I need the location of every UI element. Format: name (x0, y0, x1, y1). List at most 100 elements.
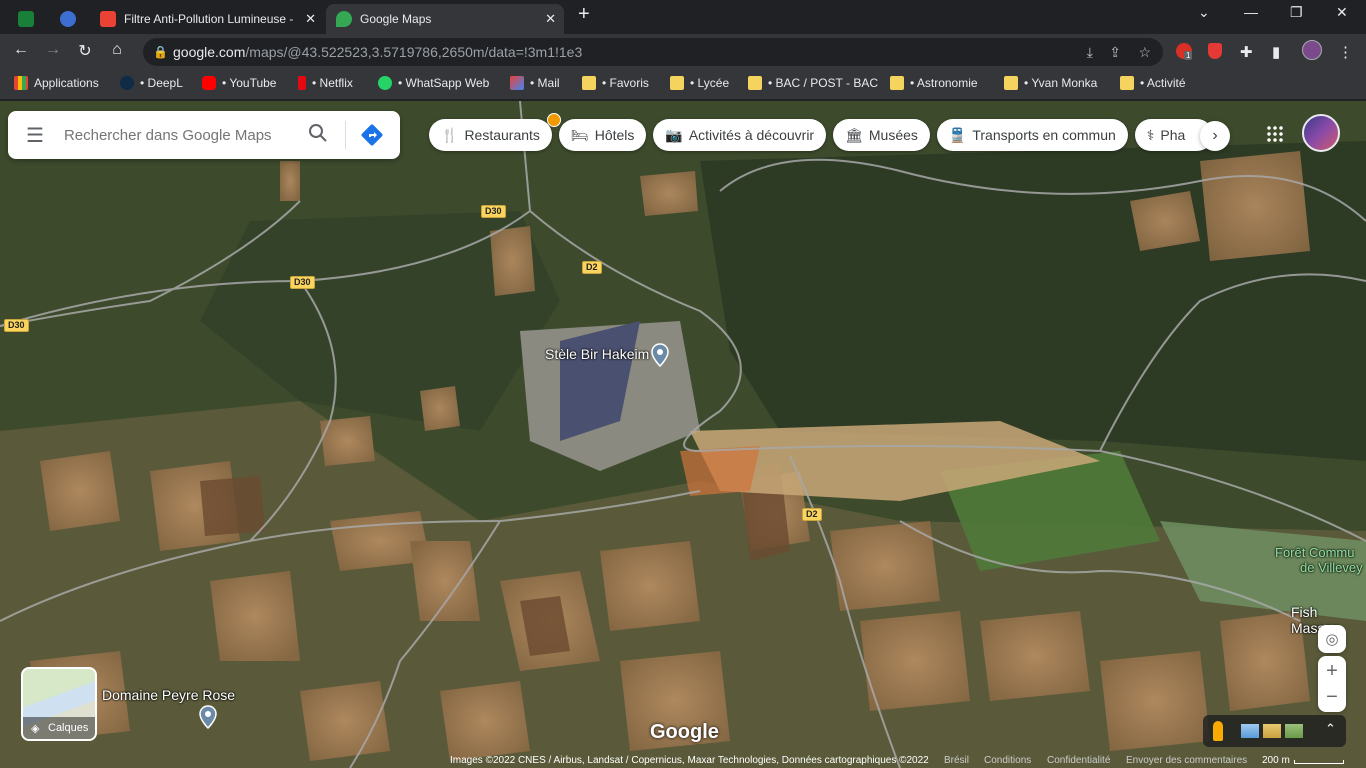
bookmark-label: • Lycée (690, 76, 730, 90)
netflix-icon (298, 76, 306, 90)
share-icon[interactable]: ⇪ (1109, 44, 1121, 61)
country-link[interactable]: Brésil (944, 755, 969, 766)
reload-button[interactable]: ↻ (74, 41, 96, 61)
pegman-icon[interactable] (1213, 721, 1223, 741)
chip-label: Musées (868, 127, 918, 143)
youtube-icon (202, 76, 216, 90)
satellite-imagery (0, 101, 1366, 768)
tab-google-maps[interactable]: Google Maps ✕ (326, 4, 564, 34)
minimize-button[interactable]: — (1244, 4, 1258, 20)
chip-label: Activités à découvrir (688, 127, 815, 143)
bookmark-star-icon[interactable]: ☆ (1138, 44, 1151, 61)
imagery-thumb-3[interactable] (1285, 724, 1303, 738)
satellite-map[interactable]: D30 D30 D30 D2 D2 Stèle Bir Hakeim Domai… (0, 101, 1366, 768)
chip-musees[interactable]: 🏛 Musées (833, 119, 930, 151)
adblock-extension-icon[interactable]: 1 (1176, 43, 1193, 63)
back-button[interactable]: ← (10, 41, 32, 59)
chips-next-icon[interactable]: › (1200, 121, 1230, 151)
bookmark-astronomie[interactable]: • Astronomie (890, 76, 978, 90)
bookmark-label: • Astronomie (910, 76, 978, 90)
tab-sheets[interactable] (8, 4, 48, 34)
extension-favicon-icon (60, 11, 76, 27)
bookmark-activite[interactable]: • Activité (1120, 76, 1186, 90)
url-host: google.com (173, 44, 246, 60)
place-label-domaine[interactable]: Domaine Peyre Rose (102, 687, 235, 703)
expand-icon[interactable]: ⌃ (1325, 721, 1336, 737)
imagery-thumb-1[interactable] (1241, 724, 1259, 738)
bookmark-deepl[interactable]: • DeepL (120, 76, 183, 90)
bookmark-youtube[interactable]: • YouTube (202, 76, 276, 90)
bookmark-yvan-monka[interactable]: • Yvan Monka (1004, 76, 1097, 90)
place-label-stele[interactable]: Stèle Bir Hakeim (545, 346, 649, 362)
bookmark-label: • Netflix (312, 76, 353, 90)
conditions-link[interactable]: Conditions (984, 755, 1031, 766)
shield-extension-icon[interactable] (1208, 43, 1222, 63)
address-bar[interactable]: 🔒 google.com/maps/@43.522523,3.5719786,2… (143, 38, 1163, 66)
zoom-out-icon[interactable]: − (1326, 684, 1338, 710)
google-apps-icon[interactable] (1266, 125, 1284, 143)
road-label-d2: D2 (582, 261, 602, 274)
place-label-foret[interactable]: Forêt Commu (1275, 545, 1354, 560)
privacy-link[interactable]: Confidentialité (1047, 755, 1110, 766)
bookmark-label: • Mail (530, 76, 560, 90)
chip-activites[interactable]: 📷 Activités à découvrir (653, 119, 827, 151)
menu-icon[interactable]: ☰ (26, 123, 44, 148)
home-button[interactable]: ⌂ (106, 41, 128, 59)
my-location-icon[interactable]: ◎ (1318, 625, 1346, 653)
close-tab-icon[interactable]: ✕ (305, 11, 316, 27)
bookmark-label: • Activité (1140, 76, 1186, 90)
layers-label: Calques (48, 722, 89, 734)
folder-icon (670, 76, 684, 90)
tab-filtre[interactable]: Filtre Anti-Pollution Lumineuse - ✕ (90, 4, 324, 34)
bookmark-lycee[interactable]: • Lycée (670, 76, 729, 90)
bookmark-favoris[interactable]: • Favoris (582, 76, 649, 90)
sheets-favicon-icon (18, 11, 34, 27)
forward-button[interactable]: → (42, 41, 64, 59)
extensions-puzzle-icon[interactable]: ✚ (1240, 43, 1253, 61)
tab-strip: Filtre Anti-Pollution Lumineuse - ✕ Goog… (0, 0, 1366, 34)
profile-avatar[interactable] (1302, 40, 1322, 64)
place-pin-icon[interactable] (199, 705, 217, 730)
tab-search-icon[interactable]: ⌄ (1198, 4, 1210, 21)
close-tab-icon[interactable]: ✕ (545, 11, 556, 27)
bookmark-mail[interactable]: • Mail (510, 76, 560, 90)
museum-icon: 🏛 (845, 126, 863, 143)
bookmark-bac[interactable]: • BAC / POST - BAC (748, 76, 878, 90)
place-pin-icon[interactable] (651, 343, 669, 368)
pharmacy-icon: ⚕ (1146, 126, 1155, 143)
restore-button[interactable]: ❐ (1290, 4, 1303, 21)
place-label-foret-2[interactable]: de Villevey (1300, 560, 1363, 575)
gmail-favicon-icon (100, 11, 116, 27)
search-icon[interactable] (308, 123, 328, 148)
bookmark-applications[interactable]: Applications (14, 76, 99, 90)
chip-label: Pha (1160, 127, 1186, 143)
google-logo: Google (650, 721, 719, 743)
chip-label: Transports en commun (972, 127, 1116, 143)
close-window-button[interactable]: ✕ (1336, 4, 1348, 21)
imagery-strip: ⌃ (1203, 715, 1346, 747)
layers-icon: ◈ (31, 723, 40, 735)
bookmark-label: • WhatSapp Web (398, 76, 490, 90)
install-icon[interactable]: ⤓ (1087, 44, 1093, 61)
road-label-d2: D2 (802, 508, 822, 521)
train-icon: 🚆 (948, 126, 967, 143)
layers-button[interactable]: ◈ Calques (21, 667, 97, 741)
camera-icon: 📷 (665, 126, 683, 143)
tab-pinned[interactable] (50, 4, 88, 34)
bookmark-netflix[interactable]: • Netflix (298, 76, 353, 90)
new-tab-button[interactable]: + (578, 3, 590, 26)
chip-hotels[interactable]: 🛏 Hôtels (558, 119, 647, 151)
chip-restaurants[interactable]: 🍴 Restaurants (429, 119, 552, 151)
feedback-link[interactable]: Envoyer des commentaires (1126, 755, 1247, 766)
account-avatar[interactable] (1302, 114, 1340, 152)
directions-icon[interactable] (360, 123, 384, 152)
search-input[interactable] (63, 126, 294, 144)
chip-transports[interactable]: 🚆 Transports en commun (936, 119, 1128, 151)
folder-icon (1004, 76, 1018, 90)
zoom-in-icon[interactable]: + (1326, 658, 1338, 684)
browser-menu-icon[interactable]: ⋮ (1338, 43, 1353, 61)
bookmark-whatsapp[interactable]: • WhatSapp Web (378, 76, 489, 90)
side-panel-icon[interactable]: ▮ (1272, 43, 1280, 61)
scale-label[interactable]: 200 m (1262, 755, 1290, 766)
imagery-thumb-2[interactable] (1263, 724, 1281, 738)
